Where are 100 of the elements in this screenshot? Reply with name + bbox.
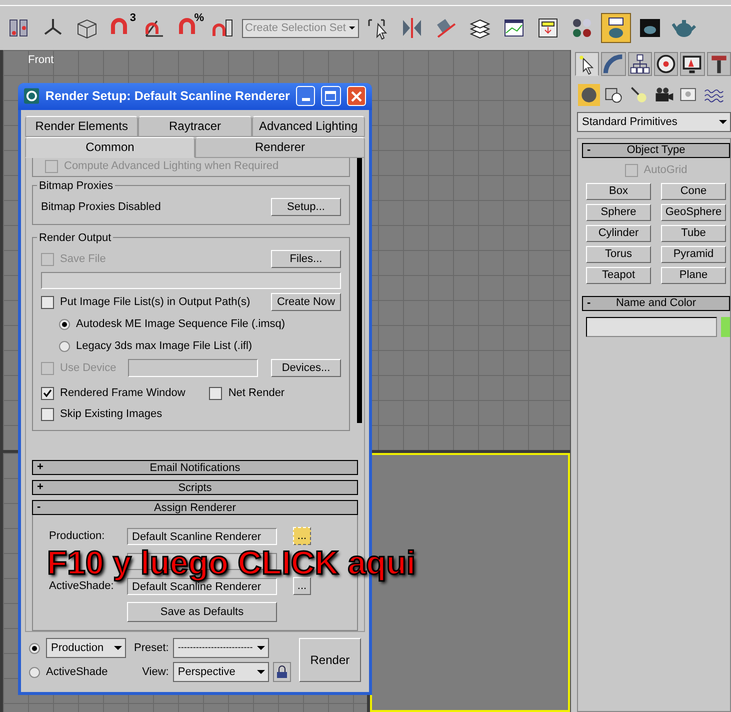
choose-renderer-button[interactable]: ...	[293, 527, 311, 546]
spheres-icon	[570, 16, 594, 40]
rollout-title: Name and Color	[614, 296, 698, 311]
hierarchy-icon	[628, 53, 651, 75]
primitive-button[interactable]: Cone	[661, 182, 726, 200]
checkbox-label: Save File	[60, 252, 106, 268]
files-button[interactable]: Files...	[271, 250, 341, 268]
dialog-tab[interactable]: Renderer	[195, 136, 365, 158]
primitive-button[interactable]: Tube	[661, 224, 726, 242]
save-defaults-button[interactable]: Save as Defaults	[127, 602, 277, 622]
checkbox-label: Net Render	[228, 386, 285, 402]
lock-icon	[276, 665, 288, 680]
checkbox[interactable]	[41, 387, 54, 400]
choose-renderer-button[interactable]: ...	[293, 577, 311, 596]
window-title: Render Setup: Default Scanline Renderer	[45, 88, 290, 106]
display-icon	[681, 53, 704, 75]
rollout-sign: -	[36, 502, 42, 514]
checkbox-label: Compute Advanced Lighting when Required	[64, 158, 279, 174]
preset-label: Preset:	[134, 640, 169, 656]
dropdown-arrow-icon	[256, 646, 265, 650]
viewport-label: Front	[28, 53, 54, 68]
dialog-tab[interactable]: Raytracer	[138, 116, 252, 137]
panel-tab[interactable]	[654, 52, 678, 76]
checkbox[interactable]	[41, 408, 54, 421]
device-field[interactable]	[128, 359, 258, 378]
radio-label: Legacy 3ds max Image File List (.ifl)	[76, 339, 252, 354]
rollout-sign: +	[36, 482, 44, 494]
dropdown-arrow-icon	[114, 646, 122, 650]
primitives-dropdown[interactable]: Standard Primitives	[577, 112, 731, 132]
close-button[interactable]	[346, 86, 366, 106]
toolbar-button[interactable]: 3	[106, 13, 136, 43]
radio-button[interactable]	[59, 340, 70, 352]
icon-label: 3	[130, 13, 136, 24]
mode-dropdown[interactable]: Production	[46, 638, 126, 658]
primitive-button[interactable]: Sphere	[586, 204, 651, 220]
radio-button[interactable]	[29, 666, 40, 678]
rollout-title: Assign Renderer	[153, 500, 237, 516]
minimize-icon	[302, 98, 310, 102]
panel-tab[interactable]	[575, 52, 600, 76]
app-logo-icon	[24, 88, 40, 104]
primitive-button[interactable]: Teapot	[586, 266, 651, 284]
rollout-title: Email Notifications	[148, 460, 242, 476]
mirror-icon	[400, 16, 424, 40]
rollout-header[interactable]: - Assign Renderer	[32, 500, 358, 516]
view-label: View:	[141, 664, 169, 680]
align-icon	[434, 16, 458, 40]
toolbar-button[interactable]	[601, 13, 631, 43]
dropdown-arrow-icon	[348, 26, 355, 30]
checkbox-label: AutoGrid	[644, 163, 688, 178]
motion-icon	[655, 53, 678, 75]
maximize-button[interactable]	[321, 86, 341, 106]
primitive-button[interactable]: GeoSphere	[661, 204, 726, 220]
close-icon	[350, 90, 362, 102]
radio-button[interactable]	[29, 642, 40, 654]
checkbox-label: Rendered Frame Window	[60, 386, 186, 402]
rollout-header[interactable]: + Email Notifications	[32, 460, 358, 476]
rollout-header[interactable]: + Scripts	[32, 480, 358, 496]
setup-button[interactable]: Setup...	[271, 198, 341, 216]
checkbox[interactable]	[41, 296, 54, 309]
dropdown-arrow-icon	[719, 120, 727, 124]
output-path-field[interactable]	[41, 272, 341, 290]
dialog-tab[interactable]: Render Elements	[25, 116, 138, 137]
rollout-title: Object Type	[626, 143, 686, 158]
devices-button[interactable]: Devices...	[271, 359, 341, 378]
preset-dropdown[interactable]: -------------------------	[172, 638, 269, 658]
panel-tab[interactable]	[706, 52, 731, 76]
checkbox-label: Put Image File List(s) in Output Path(s)	[60, 295, 250, 310]
render-button[interactable]: Render	[298, 638, 361, 682]
view-dropdown[interactable]: Perspective	[172, 662, 269, 682]
panel-tab[interactable]	[628, 52, 652, 76]
mode-label: ActiveShade	[46, 664, 108, 680]
create-now-button[interactable]: Create Now	[271, 293, 341, 312]
primitive-button[interactable]: Torus	[586, 246, 651, 262]
name-field[interactable]	[586, 316, 717, 336]
rollout-header[interactable]: - Object Type	[582, 143, 730, 158]
dialog-tab[interactable]: Advanced Lighting	[252, 116, 365, 137]
rollout-sign: -	[586, 145, 592, 156]
minimize-button[interactable]	[296, 86, 316, 106]
color-swatch[interactable]	[721, 316, 730, 336]
schematic-icon	[536, 16, 560, 40]
radio-label: Autodesk ME Image Sequence File (.imsq)	[76, 317, 286, 332]
lock-button[interactable]	[272, 662, 291, 682]
primitive-button[interactable]: Plane	[661, 266, 726, 284]
primitive-button[interactable]: Cylinder	[586, 224, 651, 242]
toolbar-button[interactable]: %	[174, 13, 204, 43]
panel-tab[interactable]	[680, 52, 705, 76]
checkbox[interactable]	[209, 387, 222, 400]
dialog-tab[interactable]: Common	[25, 136, 195, 158]
status-text: Bitmap Proxies Disabled	[41, 200, 161, 216]
rollout-header[interactable]: - Name and Color	[582, 296, 730, 310]
modify-icon	[602, 53, 624, 75]
icon-label: %	[194, 13, 204, 24]
renderer-field[interactable]: Default Scanline Renderer	[127, 528, 277, 545]
rollout-title: Scripts	[177, 480, 213, 496]
primitive-button[interactable]: Box	[586, 182, 651, 200]
rollout-sign: -	[586, 298, 592, 308]
primitive-button[interactable]: Pyramid	[661, 246, 726, 262]
maximize-icon	[325, 91, 336, 102]
scrollbar-thumb[interactable]	[357, 158, 362, 423]
radio-button[interactable]	[59, 318, 70, 330]
